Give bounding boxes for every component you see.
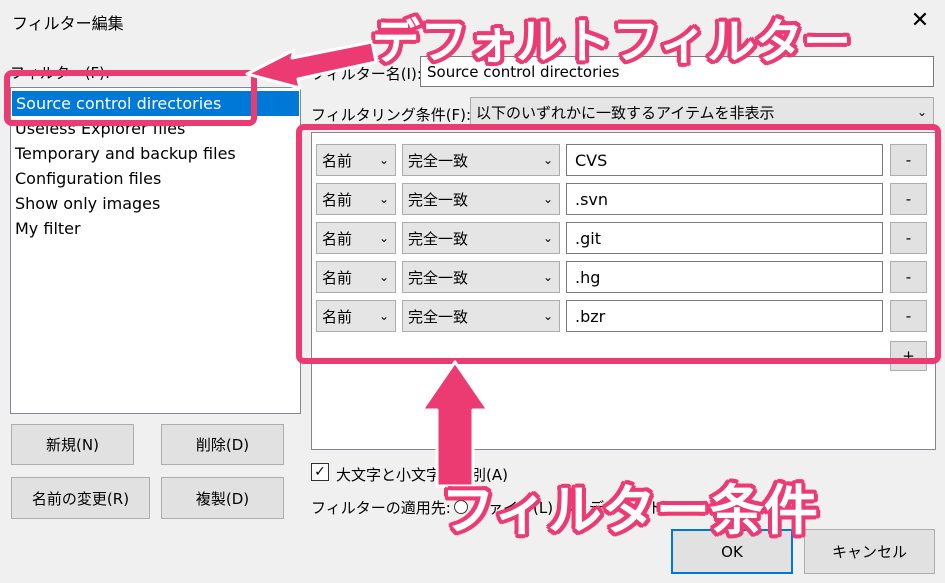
default-filter-callout: デフォルトフィルター [372, 14, 852, 70]
arrow-to-default-filter [245, 40, 378, 90]
filter-conditions-callout: フィルター条件 [441, 479, 818, 542]
